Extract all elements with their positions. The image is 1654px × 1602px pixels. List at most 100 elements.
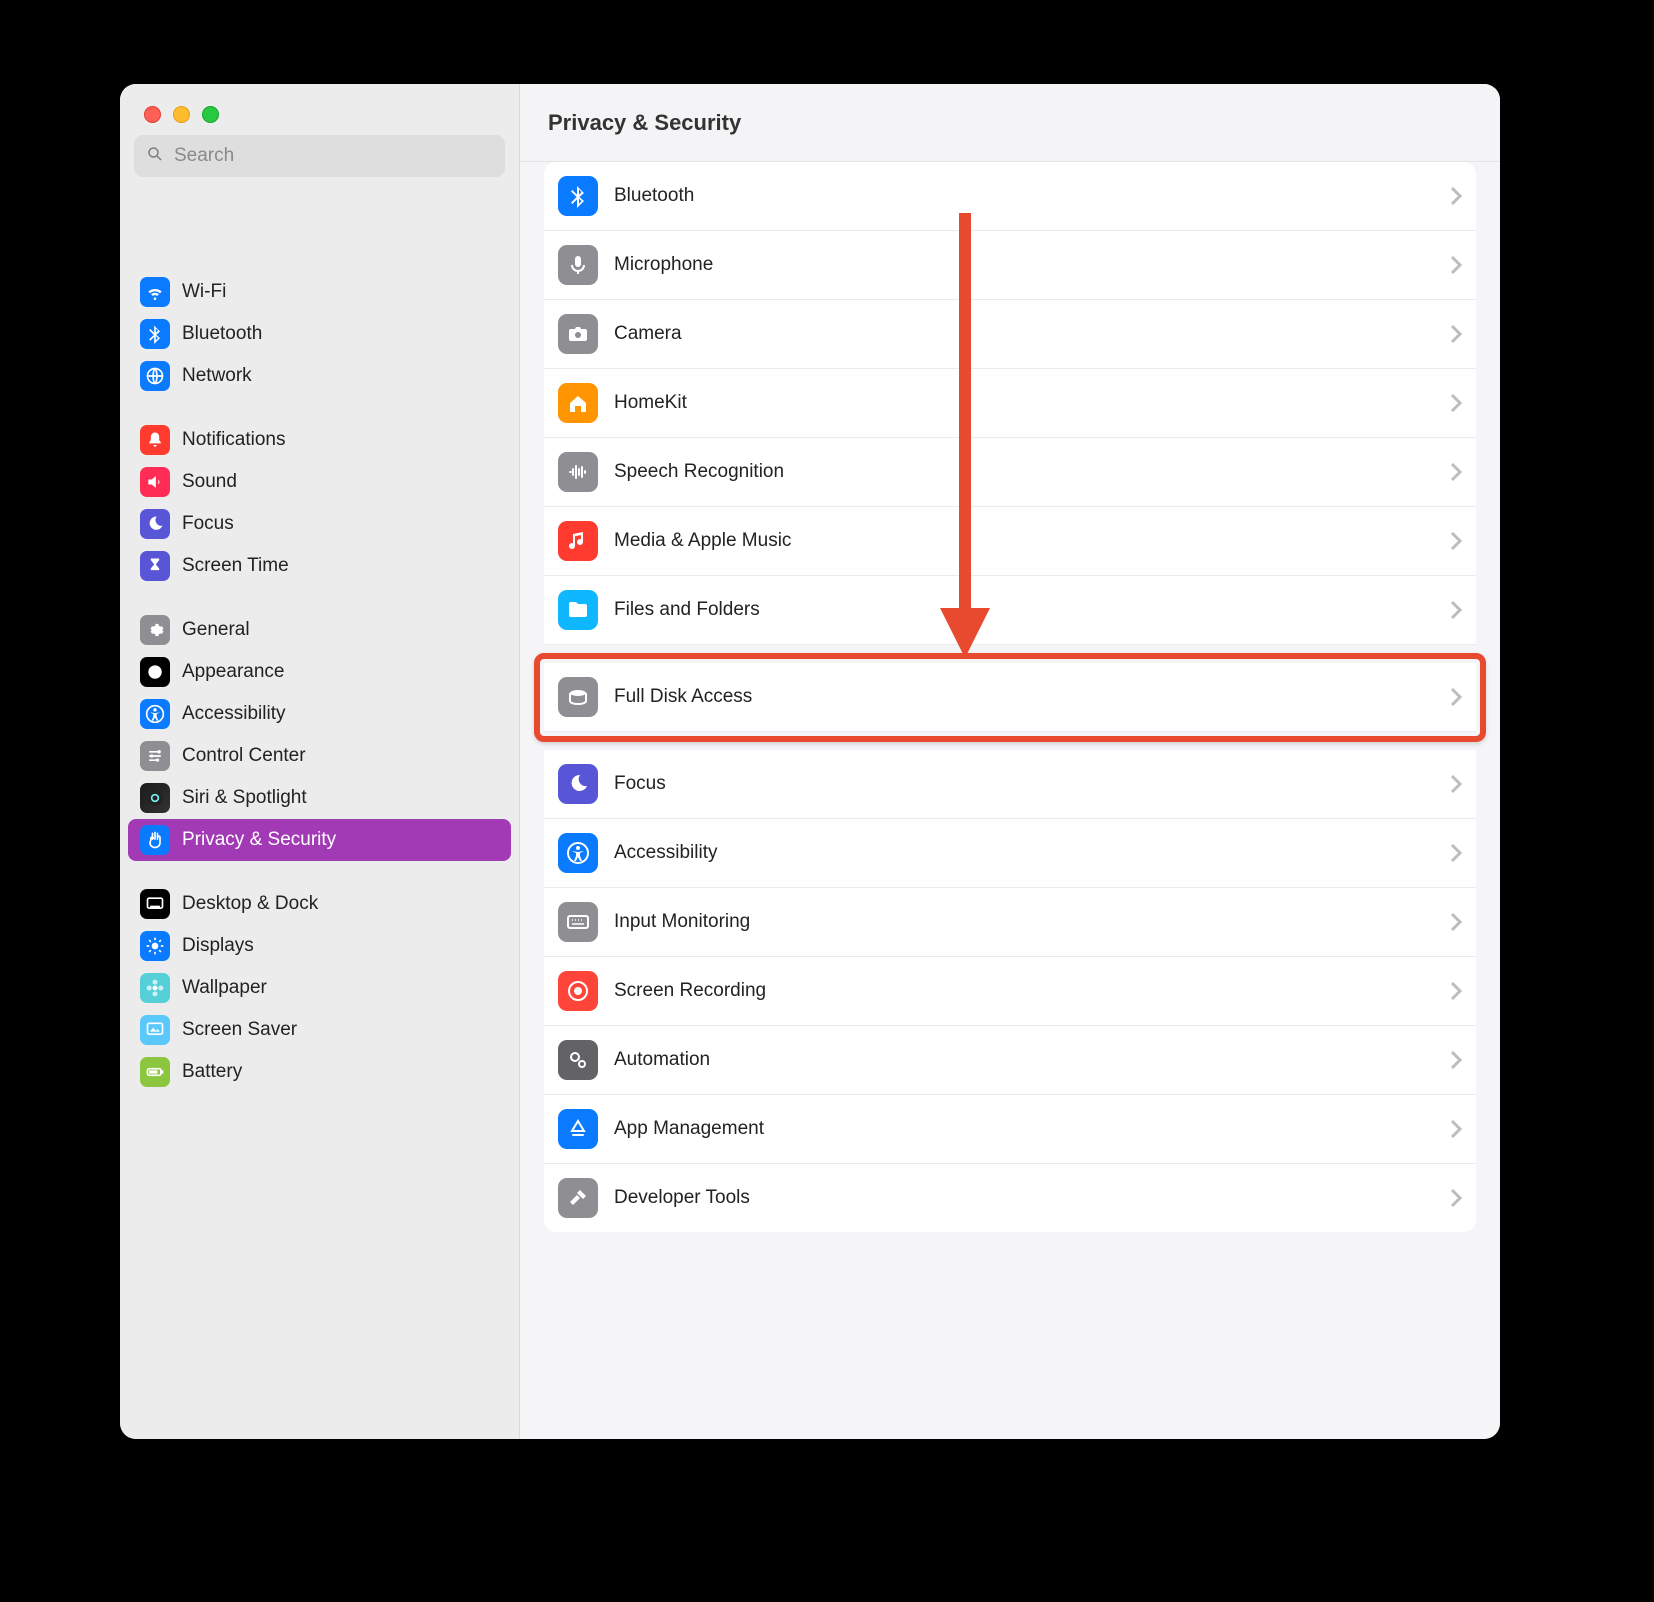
row-label: Microphone [614,254,1434,276]
privacy-row-accrow[interactable]: Accessibility [544,819,1476,888]
sidebar-item-label: Displays [182,935,254,957]
sidebar-item-network[interactable]: Network [128,355,511,397]
privacy-row-focusrow[interactable]: Focus [544,750,1476,819]
sidebar-item-desktop[interactable]: Desktop & Dock [128,883,511,925]
minimize-window-button[interactable] [173,106,190,123]
privacy-row-media[interactable]: Media & Apple Music [544,507,1476,576]
row-label: Accessibility [614,842,1434,864]
sidebar-item-label: Appearance [182,661,284,683]
settings-window: Wi-Fi Bluetooth Network Notifications So… [120,84,1500,1439]
row-label: Automation [614,1049,1434,1071]
search-field[interactable] [134,135,505,177]
sidebar-item-label: Control Center [182,745,306,767]
privacy-row-files[interactable]: Files and Folders [544,576,1476,645]
sidebar-item-label: Desktop & Dock [182,893,318,915]
microphone-icon [558,245,598,285]
sidebar-item-screensaver[interactable]: Screen Saver [128,1009,511,1051]
chevron-right-icon [1450,324,1462,344]
zoom-window-button[interactable] [202,106,219,123]
sidebar-item-label: Screen Saver [182,1019,297,1041]
moon-icon [140,509,170,539]
sidebar-item-displays[interactable]: Displays [128,925,511,967]
privacy-row-bluetooth[interactable]: Bluetooth [544,162,1476,231]
moon-icon [558,764,598,804]
privacy-row-homekit[interactable]: HomeKit [544,369,1476,438]
row-label: Files and Folders [614,599,1434,621]
sidebar-item-label: Wi-Fi [182,281,226,303]
sidebar-item-battery[interactable]: Battery [128,1051,511,1093]
row-label: Screen Recording [614,980,1434,1002]
titlebar: Privacy & Security [520,84,1500,162]
page-title: Privacy & Security [548,110,741,136]
bluetooth-icon [558,176,598,216]
privacy-row-inputmon[interactable]: Input Monitoring [544,888,1476,957]
main-pane: Privacy & Security Bluetooth Microphone … [520,84,1500,1439]
row-label: Input Monitoring [614,911,1434,933]
appearance-icon [140,657,170,687]
row-label: HomeKit [614,392,1434,414]
privacy-row-fulldisk[interactable]: Full Disk Access [544,663,1476,732]
sidebar-item-label: Network [182,365,252,387]
sidebar-item-label: Accessibility [182,703,285,725]
sidebar-item-appearance[interactable]: Appearance [128,651,511,693]
row-label: App Management [614,1118,1434,1140]
sidebar-item-privacy[interactable]: Privacy & Security [128,819,511,861]
record-icon [558,971,598,1011]
chevron-right-icon [1450,186,1462,206]
sidebar-item-bluetooth[interactable]: Bluetooth [128,313,511,355]
content-area[interactable]: Bluetooth Microphone Camera HomeKit Spee… [520,162,1500,1439]
bluetooth-icon [140,319,170,349]
sidebar-item-wallpaper[interactable]: Wallpaper [128,967,511,1009]
sidebar-item-label: Siri & Spotlight [182,787,307,809]
privacy-row-camera[interactable]: Camera [544,300,1476,369]
sidebar-item-focus[interactable]: Focus [128,503,511,545]
privacy-row-speech[interactable]: Speech Recognition [544,438,1476,507]
keyboard-icon [558,902,598,942]
waveform-icon [558,452,598,492]
row-label: Focus [614,773,1434,795]
sidebar-list[interactable]: Wi-Fi Bluetooth Network Notifications So… [120,191,519,1439]
hammer-icon [558,1178,598,1218]
privacy-row-devtools[interactable]: Developer Tools [544,1164,1476,1232]
sidebar-item-siri[interactable]: Siri & Spotlight [128,777,511,819]
sidebar-item-label: General [182,619,250,641]
sidebar-item-label: Screen Time [182,555,289,577]
sidebar-item-label: Focus [182,513,234,535]
sidebar-item-label: Sound [182,471,237,493]
home-icon [558,383,598,423]
chevron-right-icon [1450,774,1462,794]
bell-icon [140,425,170,455]
sidebar-item-notifications[interactable]: Notifications [128,419,511,461]
disk-icon [558,677,598,717]
row-label: Developer Tools [614,1187,1434,1209]
screensaver-icon [140,1015,170,1045]
sidebar-item-label: Bluetooth [182,323,262,345]
chevron-right-icon [1450,843,1462,863]
search-icon [146,145,164,168]
privacy-row-appmgmt[interactable]: App Management [544,1095,1476,1164]
sidebar-item-screentime[interactable]: Screen Time [128,545,511,587]
row-label: Media & Apple Music [614,530,1434,552]
privacy-row-screenrec[interactable]: Screen Recording [544,957,1476,1026]
gears-icon [558,1040,598,1080]
chevron-right-icon [1450,255,1462,275]
battery-icon [140,1057,170,1087]
accessibility-icon [558,833,598,873]
sidebar-item-wifi[interactable]: Wi-Fi [128,271,511,313]
appstore-icon [558,1109,598,1149]
close-window-button[interactable] [144,106,161,123]
chevron-right-icon [1450,1188,1462,1208]
music-icon [558,521,598,561]
chevron-right-icon [1450,687,1462,707]
privacy-row-automation[interactable]: Automation [544,1026,1476,1095]
sun-icon [140,931,170,961]
switches-icon [140,741,170,771]
window-controls [120,84,519,133]
sidebar-item-controlcenter[interactable]: Control Center [128,735,511,777]
sidebar-item-accessibility[interactable]: Accessibility [128,693,511,735]
sidebar-item-sound[interactable]: Sound [128,461,511,503]
search-input[interactable] [174,145,493,167]
sidebar-item-general[interactable]: General [128,609,511,651]
privacy-row-microphone[interactable]: Microphone [544,231,1476,300]
row-label: Bluetooth [614,185,1434,207]
